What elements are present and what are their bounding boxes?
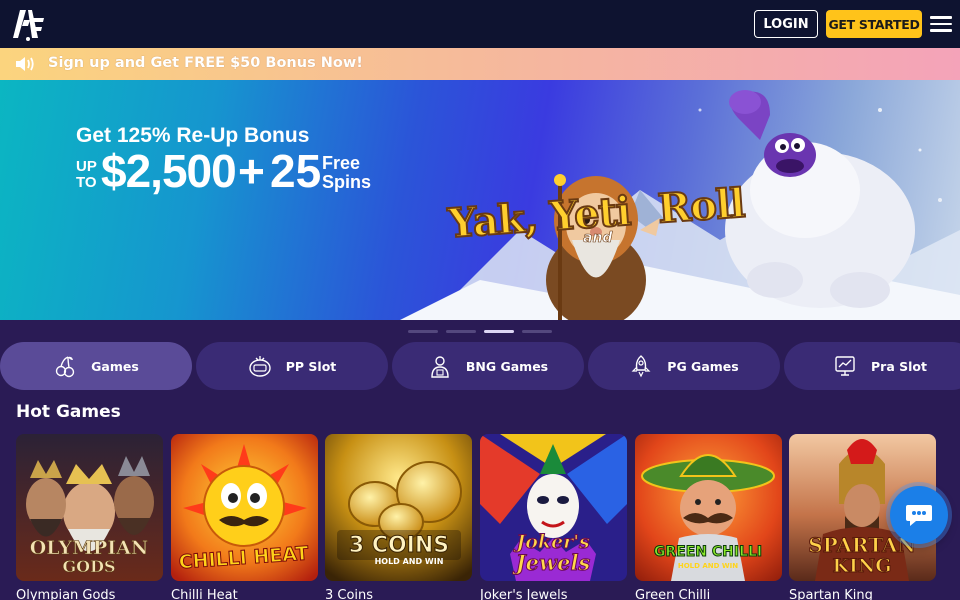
banner-spins-text: Free Spins — [322, 153, 372, 192]
game-name[interactable]: Chilli Heat — [171, 588, 238, 600]
banner-up-to: UP TO — [76, 158, 97, 191]
game-name[interactable]: Spartan King — [789, 588, 873, 600]
tab-pp-slot[interactable]: PP Slot — [196, 342, 388, 390]
menu-bar — [930, 16, 952, 19]
hamburger-menu-icon[interactable] — [926, 8, 956, 40]
game-name[interactable]: Green Chilli — [635, 588, 710, 600]
live-chat-button[interactable] — [890, 486, 948, 544]
tile-art-text-1: OLYMPIAN — [30, 537, 149, 559]
carousel-dot[interactable] — [446, 330, 476, 333]
tab-label: Pra Slot — [871, 358, 927, 374]
get-started-button[interactable]: GET STARTED — [826, 10, 922, 38]
menu-bar — [930, 22, 952, 26]
tab-games[interactable]: Games — [0, 342, 192, 390]
banner-plus: + — [238, 145, 265, 197]
game-tile-green-chilli[interactable]: GREEN CHILLI HOLD AND WIN — [635, 434, 782, 581]
carousel-dot[interactable] — [408, 330, 438, 333]
menu-bar — [930, 29, 952, 32]
tile-art-text: GREEN CHILLI — [654, 544, 762, 560]
top-header: LOGIN GET STARTED — [0, 0, 960, 48]
game-title-connector: and — [583, 230, 613, 247]
game-title-end: Roll — [655, 179, 746, 234]
banner-amount: $2,500 — [101, 145, 237, 197]
rocket-icon — [631, 355, 651, 378]
section-title-hot-games: Hot Games — [16, 402, 121, 422]
tile-art-subtext: HOLD AND WIN — [678, 562, 738, 570]
game-art: CHILLI HEAT — [171, 434, 318, 581]
tile-art-subtext: HOLD AND WIN — [375, 557, 444, 566]
game-tile-3-coins[interactable]: 3 COINS HOLD AND WIN — [325, 434, 472, 581]
hero-banner[interactable]: Get 125% Re-Up Bonus UP TO $2,500 + 25 F… — [0, 80, 960, 320]
tile-art-text: 3 COINS — [349, 533, 449, 558]
game-name[interactable]: 3 Coins — [325, 588, 373, 600]
carousel-dot[interactable] — [522, 330, 552, 333]
tab-bng-games[interactable]: BNG Games — [392, 342, 584, 390]
chart-screen-icon — [835, 356, 855, 376]
promo-text: Sign up and Get FREE $50 Bonus Now! — [48, 55, 363, 71]
category-tabs: Games PP Slot BNG Games PG Games Pra Slo… — [0, 342, 960, 390]
tile-art-text-2: KING — [833, 555, 892, 577]
game-tile-olympian-gods[interactable]: OLYMPIAN GODS — [16, 434, 163, 581]
game-name[interactable]: Olympian Gods — [16, 588, 115, 600]
tab-label: Games — [91, 358, 139, 374]
slot-machine-icon — [249, 356, 271, 377]
promo-bar[interactable]: Sign up and Get FREE $50 Bonus Now! — [0, 48, 960, 80]
banner-spins-count: 25 — [270, 145, 322, 197]
chat-bubble-icon — [906, 505, 932, 526]
cherries-icon — [55, 356, 75, 378]
logo-icon — [13, 10, 44, 41]
game-art: GREEN CHILLI HOLD AND WIN — [635, 434, 782, 581]
dealer-icon — [431, 356, 449, 378]
tile-art-text-2: GODS — [62, 557, 115, 576]
tab-label: BNG Games — [465, 358, 549, 374]
game-art: OLYMPIAN GODS — [16, 434, 163, 581]
tab-label: PP Slot — [285, 358, 337, 374]
tab-pg-games[interactable]: PG Games — [588, 342, 780, 390]
tab-label: PG Games — [667, 358, 739, 374]
carousel-dot-active[interactable] — [484, 330, 514, 333]
game-art: 3 COINS HOLD AND WIN — [325, 434, 472, 581]
login-button[interactable]: LOGIN — [754, 10, 818, 38]
game-tile-jokers-jewels[interactable]: Joker's Jewels — [480, 434, 627, 581]
carousel-indicators — [408, 330, 552, 334]
game-art: Joker's Jewels — [480, 434, 627, 581]
tab-pra-slot[interactable]: Pra Slot — [784, 342, 960, 390]
game-tile-chilli-heat[interactable]: CHILLI HEAT — [171, 434, 318, 581]
speaker-icon — [16, 57, 34, 71]
site-logo[interactable] — [10, 6, 46, 42]
game-name[interactable]: Joker's Jewels — [480, 588, 568, 600]
tile-art-text-2: Jewels — [512, 550, 591, 575]
